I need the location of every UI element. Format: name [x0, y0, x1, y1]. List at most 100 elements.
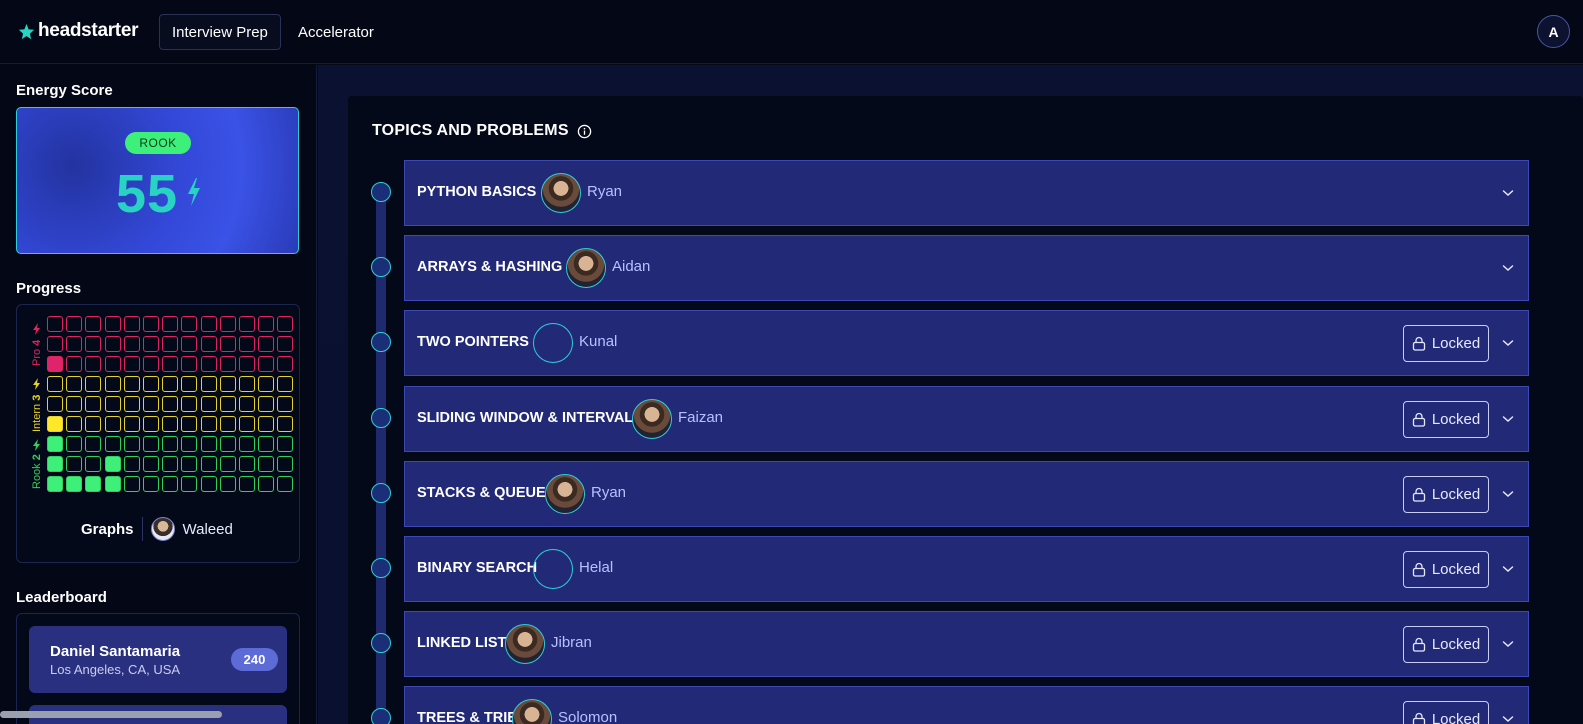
progress-cell: [219, 316, 236, 332]
chevron-down-icon[interactable]: [1502, 564, 1514, 574]
tab-accelerator[interactable]: Accelerator: [286, 14, 386, 50]
chevron-down-icon[interactable]: [1502, 263, 1514, 273]
progress-cell: [162, 336, 179, 352]
level-pro-number: 4: [31, 339, 43, 346]
topic-row[interactable]: TREES & TRIES Solomon Locked: [404, 686, 1529, 724]
progress-cell: [181, 396, 198, 412]
progress-cell: [142, 476, 159, 492]
logo-text: headstarter: [38, 20, 139, 41]
topic-row[interactable]: STACKS & QUEUES Ryan Locked: [404, 460, 1529, 527]
topic-row[interactable]: TWO POINTERS Kunal Locked: [404, 310, 1529, 377]
tab-interview-prep[interactable]: Interview Prep: [159, 14, 281, 50]
progress-cell: [219, 436, 236, 452]
locked-button[interactable]: Locked: [1403, 551, 1489, 588]
topic-name: SLIDING WINDOW & INTERVALS: [417, 409, 643, 426]
pro-bolt-icon: [33, 323, 40, 335]
locked-button[interactable]: Locked: [1403, 701, 1489, 724]
chevron-down-icon[interactable]: [1502, 338, 1514, 348]
locked-button[interactable]: Locked: [1403, 325, 1489, 363]
timeline-dot: [371, 708, 391, 724]
info-icon[interactable]: [577, 124, 592, 139]
chevron-down-icon[interactable]: [1502, 414, 1514, 424]
progress-cell: [123, 456, 140, 472]
chevron-down-icon[interactable]: [1502, 714, 1514, 724]
progress-cell: [47, 476, 63, 492]
mentor-name: Kunal: [579, 333, 618, 351]
progress-cell: [219, 416, 236, 432]
progress-cell: [200, 316, 217, 332]
locked-button[interactable]: Locked: [1403, 475, 1489, 513]
progress-cell: [66, 456, 83, 472]
progress-cell: [66, 396, 83, 412]
progress-cell: [181, 456, 198, 472]
progress-cell: [123, 336, 140, 352]
progress-cell: [238, 376, 255, 392]
progress-cell: [104, 316, 121, 332]
mentor-avatar: [505, 624, 545, 665]
progress-cell: [200, 476, 217, 492]
progress-cell: [162, 356, 179, 372]
progress-cell: [142, 376, 159, 392]
topic-row[interactable]: LINKED LISTS Jibran Locked: [404, 611, 1529, 678]
progress-cell: [66, 376, 83, 392]
progress-cell: [238, 396, 255, 412]
progress-cell: [142, 416, 159, 432]
mentor-name: Solomon: [558, 709, 618, 724]
mentor-avatar: [545, 473, 585, 514]
horizontal-scrollbar[interactable]: [0, 711, 222, 718]
leaderboard-entry-score: 240: [231, 648, 278, 671]
topic-row[interactable]: PYTHON BASICS Ryan: [404, 160, 1529, 226]
chevron-down-icon[interactable]: [1502, 639, 1514, 649]
progress-cell: [47, 356, 63, 372]
progress-cell: [258, 476, 275, 492]
progress-cell: [104, 416, 121, 432]
locked-button[interactable]: Locked: [1403, 626, 1489, 664]
progress-cell: [200, 396, 217, 412]
progress-cell: [85, 416, 102, 432]
progress-cell: [66, 436, 83, 452]
progress-cell: [277, 316, 294, 332]
level-pro-name: Pro: [31, 348, 43, 366]
lock-icon: [1412, 713, 1425, 724]
progress-cell: [142, 316, 159, 332]
locked-label: Locked: [1431, 335, 1481, 353]
progress-cell: [277, 356, 294, 372]
chevron-down-icon[interactable]: [1502, 489, 1514, 499]
leaderboard-title: Leaderboard: [16, 589, 107, 606]
progress-cell: [47, 376, 63, 392]
energy-score-title: Energy Score: [16, 82, 113, 99]
progress-cell: [258, 396, 275, 412]
headstarter-logo[interactable]: headstarter: [18, 20, 139, 42]
locked-label: Locked: [1431, 410, 1481, 428]
leaderboard-entry-location: Los Angeles, CA, USA: [50, 662, 181, 677]
progress-cell: [123, 316, 140, 332]
user-avatar-button[interactable]: A: [1537, 15, 1570, 48]
progress-cell: [181, 436, 198, 452]
progress-cell: [162, 316, 179, 332]
progress-cell: [258, 456, 275, 472]
progress-cell: [123, 376, 140, 392]
progress-cell: [258, 336, 275, 352]
progress-cell: [238, 336, 255, 352]
topic-row[interactable]: BINARY SEARCH Helal Locked: [404, 536, 1529, 602]
topic-name: LINKED LISTS: [417, 635, 517, 652]
topic-row[interactable]: SLIDING WINDOW & INTERVALS Faizan Locked: [404, 385, 1529, 452]
graphs-row[interactable]: Graphs Waleed: [81, 517, 233, 541]
timeline-dot: [371, 482, 391, 503]
locked-button[interactable]: Locked: [1403, 400, 1489, 438]
lock-icon: [1412, 337, 1425, 352]
progress-cell: [123, 476, 140, 492]
progress-cell: [258, 316, 275, 332]
topic-name: PYTHON BASICS: [417, 184, 537, 200]
topic-row[interactable]: ARRAYS & HASHING Aidan: [404, 235, 1529, 302]
chevron-down-icon[interactable]: [1502, 188, 1514, 198]
progress-cell: [104, 396, 121, 412]
rook-bolt-icon: [33, 439, 40, 451]
progress-cell: [238, 436, 255, 452]
progress-cell: [277, 416, 294, 432]
progress-cell: [85, 316, 102, 332]
level-intern-number: 3: [31, 394, 43, 401]
progress-cell: [123, 436, 140, 452]
progress-cell: [219, 336, 236, 352]
progress-cell: [85, 356, 102, 372]
